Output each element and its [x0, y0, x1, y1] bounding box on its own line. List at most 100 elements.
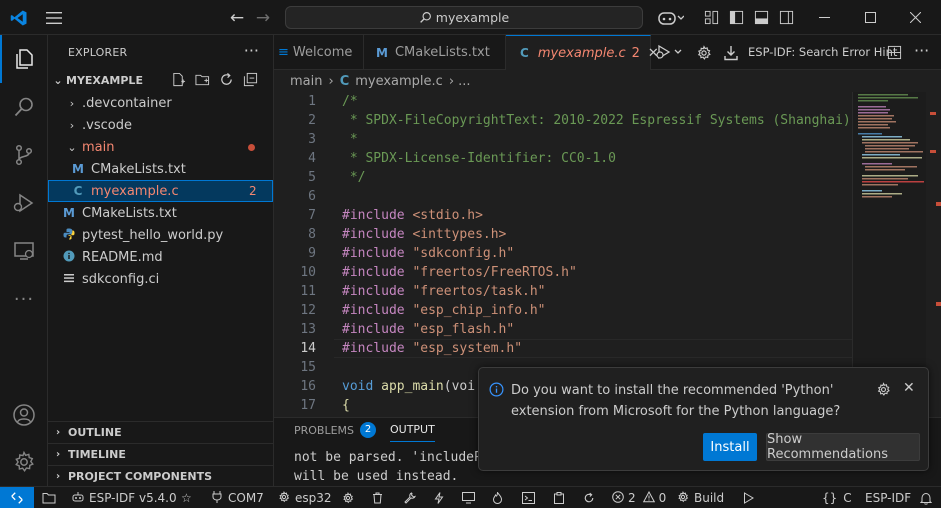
close-window-icon[interactable] [893, 0, 937, 35]
esp-refresh-icon[interactable] [583, 487, 595, 508]
star-icon[interactable]: ☆ [181, 487, 192, 508]
show-recommendations-button[interactable]: Show Recommendations [766, 432, 920, 462]
line-source: #include <inttypes.h> [342, 227, 506, 242]
breadcrumb-file[interactable]: myexample.c [355, 74, 443, 89]
project-components-section[interactable]: › PROJECT COMPONENTS [48, 465, 273, 487]
code-line[interactable]: 3 * [274, 130, 854, 149]
copilot-icon[interactable] [656, 0, 686, 35]
build-wrench-icon[interactable] [404, 487, 416, 508]
search-error-hint-button[interactable]: ESP-IDF: Search Error Hint [748, 45, 897, 59]
line-number: 15 [300, 360, 316, 375]
code-line[interactable]: 10 #include "freertos/FreeRTOS.h" [274, 263, 854, 282]
toggle-secondary-sidebar-icon[interactable] [775, 0, 797, 35]
more-actions-icon[interactable]: ··· [244, 41, 259, 60]
code-line[interactable]: 4 * SPDX-License-Identifier: CC0-1.0 [274, 149, 854, 168]
code-line[interactable]: 12 #include "esp_chip_info.h" [274, 301, 854, 320]
install-button[interactable]: Install [703, 433, 757, 461]
remote-explorer-icon[interactable] [0, 227, 48, 275]
forward-arrow-icon[interactable]: → [252, 0, 274, 35]
tree-item-devcontainer[interactable]: › .devcontainer [48, 92, 273, 114]
tab-output[interactable]: OUTPUT [390, 418, 435, 442]
back-arrow-icon[interactable]: ← [226, 0, 248, 35]
code-line[interactable]: 8 #include <inttypes.h> [274, 225, 854, 244]
full-clean-trash-icon[interactable] [372, 487, 383, 508]
flash-bolt-icon[interactable] [434, 487, 444, 508]
run-debug-dropdown-icon[interactable] [656, 44, 684, 64]
minimize-icon[interactable] [802, 0, 846, 35]
tree-item-label: .devcontainer [82, 95, 172, 111]
toggle-panel-icon[interactable] [750, 0, 772, 35]
language-mode[interactable]: {} C [822, 487, 852, 508]
tree-item-vscode[interactable]: › .vscode [48, 114, 273, 136]
terminal-clipboard-icon[interactable] [553, 487, 565, 508]
code-line[interactable]: 5 */ [274, 168, 854, 187]
close-notification-icon[interactable]: ✕ [903, 380, 915, 396]
maximize-icon[interactable] [848, 0, 892, 35]
tree-item-main[interactable]: ⌄ main [48, 136, 273, 158]
editor-scrollbar[interactable] [926, 92, 941, 417]
more-views-icon[interactable]: ··· [0, 275, 48, 323]
editor-more-actions-icon[interactable]: ··· [914, 41, 929, 60]
debug-play-icon[interactable] [743, 487, 754, 508]
command-center-search[interactable]: myexample [285, 6, 643, 29]
remote-indicator-icon[interactable] [0, 487, 34, 508]
tab-cmakelists[interactable]: M CMakeLists.txt [364, 35, 506, 70]
tab-myexample-c[interactable]: C myexample.c 2 ✕ [506, 35, 659, 70]
idf-version-label: ESP-IDF v5.4.0 [89, 491, 177, 505]
accounts-icon[interactable] [0, 391, 48, 439]
esp-idf-version[interactable]: ESP-IDF v5.4.0 [72, 487, 177, 508]
code-line[interactable]: 7 #include <stdio.h> [274, 206, 854, 225]
line-number: 1 [308, 94, 316, 109]
timeline-section[interactable]: › TIMELINE [48, 443, 273, 465]
run-debug-icon[interactable] [0, 179, 48, 227]
esp-idf-terminal-icon[interactable] [522, 487, 535, 508]
workspace-header[interactable]: ⌄ MYEXAMPLE [48, 69, 273, 91]
monitor-device-icon[interactable] [462, 487, 475, 508]
tab-problems[interactable]: PROBLEMS 2 [294, 418, 377, 442]
split-editor-icon[interactable] [887, 45, 902, 64]
esp-idf-status[interactable]: ESP-IDF [865, 487, 911, 508]
menuconfig-gear-icon[interactable] [342, 487, 354, 508]
tree-item-myexample-c[interactable]: C myexample.c 2 [48, 180, 273, 202]
toggle-sidebar-icon[interactable] [725, 0, 747, 35]
esp-workspace-folder-icon[interactable] [42, 487, 56, 508]
code-line[interactable]: 9 #include "sdkconfig.h" [274, 244, 854, 263]
notification-settings-gear-icon[interactable] [876, 382, 891, 401]
customize-layout-icon[interactable] [700, 0, 722, 35]
manage-gear-icon[interactable] [0, 438, 48, 486]
code-line[interactable]: 1 /* [274, 92, 854, 111]
settings-file-icon [61, 272, 77, 287]
code-line[interactable]: 14 #include "esp_system.h" [274, 339, 854, 358]
notifications-bell-icon[interactable] [920, 487, 932, 508]
code-line[interactable]: 11 #include "freertos/task.h" [274, 282, 854, 301]
serial-port[interactable]: COM7 [212, 487, 264, 508]
refresh-icon[interactable] [219, 72, 234, 90]
build-flash-monitor-flame-icon[interactable] [492, 487, 503, 508]
tab-welcome[interactable]: ≡ Welcome [268, 35, 364, 70]
code-line[interactable]: 6 [274, 187, 854, 206]
chevron-right-icon: › [55, 427, 61, 438]
outline-section[interactable]: › OUTLINE [48, 421, 273, 443]
cmake-build[interactable]: Build [677, 487, 724, 508]
new-folder-icon[interactable] [195, 72, 210, 90]
menu-icon[interactable] [40, 0, 68, 35]
tree-item-main-cmakelists[interactable]: M CMakeLists.txt [48, 158, 273, 180]
source-control-icon[interactable] [0, 131, 48, 179]
breadcrumb-folder[interactable]: main [290, 74, 322, 89]
problems-summary[interactable]: 2 0 [612, 487, 666, 508]
tree-item-sdkconfig[interactable]: sdkconfig.ci [48, 268, 273, 290]
breadcrumb-more[interactable]: › ... [449, 74, 471, 89]
code-line[interactable]: 13 #include "esp_flash.h" [274, 320, 854, 339]
explorer-icon[interactable] [0, 35, 48, 83]
target-chip[interactable]: esp32 [278, 487, 332, 508]
flash-device-icon[interactable] [723, 45, 739, 65]
tree-item-readme[interactable]: README.md [48, 246, 273, 268]
tree-item-pytest[interactable]: pytest_hello_world.py [48, 224, 273, 246]
tree-item-root-cmakelists[interactable]: M CMakeLists.txt [48, 202, 273, 224]
search-icon[interactable] [0, 83, 48, 131]
new-file-icon[interactable] [171, 72, 186, 90]
collapse-all-icon[interactable] [243, 72, 258, 90]
esp-settings-gear-icon[interactable] [696, 45, 712, 65]
tab-label: Welcome [292, 45, 353, 60]
code-line[interactable]: 2 * SPDX-FileCopyrightText: 2010-2022 Es… [274, 111, 866, 130]
